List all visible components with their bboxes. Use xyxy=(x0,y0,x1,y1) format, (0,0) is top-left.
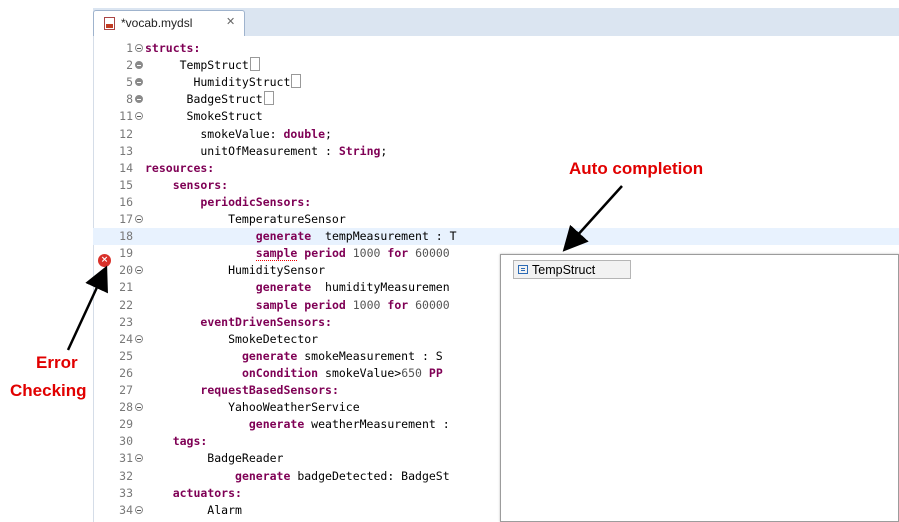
line-number: 1 xyxy=(126,41,133,55)
code-line[interactable]: 17 TemperatureSensor xyxy=(93,211,899,228)
code-text: onCondition smokeValue>650 PP xyxy=(241,365,443,380)
code-line[interactable]: 18 generate tempMeasurement : T xyxy=(93,228,899,246)
line-number: 32 xyxy=(119,468,133,483)
line-number: 23 xyxy=(119,314,133,329)
auto-completion-annotation: Auto completion xyxy=(569,159,704,178)
code-text: sample period 1000 for 60000 xyxy=(255,246,450,262)
expand-fold-icon[interactable] xyxy=(135,95,143,104)
line-number: 11 xyxy=(119,109,133,124)
collapse-fold-icon[interactable] xyxy=(135,44,143,52)
code-text: TempStruct xyxy=(145,57,260,74)
close-tab-icon[interactable]: ✕ xyxy=(226,15,235,28)
error-annotation-line1: Error xyxy=(36,353,78,372)
code-text: tags: xyxy=(172,434,208,449)
code-text: TemperatureSensor xyxy=(145,212,346,226)
line-number: 28 xyxy=(119,400,133,415)
line-number: 15 xyxy=(119,177,133,192)
line-number: 16 xyxy=(119,194,133,209)
code-text: requestBasedSensors: xyxy=(200,383,339,397)
code-text: generate weatherMeasurement : xyxy=(248,417,450,432)
code-text: unitOfMeasurement : String; xyxy=(145,143,388,158)
code-text: SmokeDetector xyxy=(145,331,319,346)
collapse-fold-icon[interactable] xyxy=(135,266,143,275)
autocomplete-item-label: TempStruct xyxy=(532,263,596,277)
folded-content-marker xyxy=(291,74,302,89)
tab-title: *vocab.mydsl xyxy=(121,16,193,30)
code-text: generate humidityMeasuremen xyxy=(255,280,450,295)
code-text: HumidityStruct xyxy=(145,74,302,91)
folded-content-marker xyxy=(249,57,260,72)
line-number: 34 xyxy=(119,502,133,517)
code-line[interactable]: 13 unitOfMeasurement : String; xyxy=(93,143,899,160)
code-line[interactable]: 2 TempStruct xyxy=(93,57,899,74)
line-number: 29 xyxy=(119,417,133,432)
collapse-fold-icon[interactable] xyxy=(135,112,143,121)
code-text: structs: xyxy=(145,41,201,55)
code-line[interactable]: 1 structs: xyxy=(93,40,899,57)
line-number: 26 xyxy=(119,365,133,380)
code-line[interactable]: 11 SmokeStruct xyxy=(93,108,899,125)
code-line[interactable]: 15 sensors: xyxy=(93,177,899,194)
line-number: 18 xyxy=(119,229,133,244)
code-text: generate badgeDetected: BadgeSt xyxy=(235,468,450,483)
line-number: 31 xyxy=(119,451,133,466)
expand-fold-icon[interactable] xyxy=(135,61,143,70)
line-number: 14 xyxy=(119,160,133,175)
code-text: generate tempMeasurement : T xyxy=(255,229,457,244)
line-number: 13 xyxy=(119,143,133,158)
code-text: YahooWeatherService xyxy=(145,400,360,415)
code-text: periodicSensors: xyxy=(200,194,312,209)
collapse-fold-icon[interactable] xyxy=(135,454,143,463)
code-line[interactable]: 12 smokeValue: double; xyxy=(93,126,899,143)
error-icon[interactable]: × xyxy=(98,254,111,267)
expand-fold-icon[interactable] xyxy=(135,78,143,87)
editor-tab-bar: *vocab.mydsl ✕ xyxy=(93,8,899,37)
code-line[interactable]: 14 resources: xyxy=(93,160,899,177)
error-annotation-line2: Checking xyxy=(10,381,87,400)
collapse-fold-icon[interactable] xyxy=(135,215,143,223)
line-number: 17 xyxy=(119,212,133,226)
code-text: BadgeStruct xyxy=(145,91,274,108)
line-number: 20 xyxy=(119,263,133,278)
code-text: resources: xyxy=(145,160,215,175)
tab-vocab-mydsl[interactable]: *vocab.mydsl ✕ xyxy=(93,10,245,36)
code-line[interactable]: 8 BadgeStruct xyxy=(93,91,899,108)
code-text: generate smokeMeasurement : S xyxy=(241,348,443,363)
dsl-file-icon xyxy=(104,17,115,30)
line-number: 22 xyxy=(119,297,133,312)
code-text: Alarm xyxy=(145,502,242,517)
line-number: 2 xyxy=(126,58,133,73)
struct-icon xyxy=(518,265,528,274)
line-number: 21 xyxy=(119,280,133,295)
line-number: 12 xyxy=(119,126,133,141)
line-number: 30 xyxy=(119,434,133,449)
code-text: sensors: xyxy=(172,177,229,192)
line-number: 33 xyxy=(119,485,133,500)
line-number: 25 xyxy=(119,348,133,363)
line-number: 27 xyxy=(119,383,133,397)
collapse-fold-icon[interactable] xyxy=(135,334,143,343)
folded-content-marker xyxy=(263,91,274,106)
autocomplete-item[interactable]: TempStruct xyxy=(513,260,631,279)
code-text: HumiditySensor xyxy=(145,263,326,278)
code-line[interactable]: 16 periodicSensors: xyxy=(93,194,899,211)
collapse-fold-icon[interactable] xyxy=(135,505,143,514)
code-text: eventDrivenSensors: xyxy=(200,314,332,329)
code-text: BadgeReader xyxy=(145,451,284,466)
code-line[interactable]: 5 HumidityStruct xyxy=(93,74,899,91)
code-text: SmokeStruct xyxy=(145,109,263,124)
code-text: sample period 1000 for 60000 xyxy=(255,297,450,312)
collapse-fold-icon[interactable] xyxy=(135,403,143,412)
code-text: actuators: xyxy=(172,485,242,500)
code-text: smokeValue: double; xyxy=(145,126,332,141)
line-number: 5 xyxy=(126,75,133,90)
line-number: 24 xyxy=(119,331,133,346)
autocomplete-popup: TempStruct xyxy=(500,254,899,522)
line-number: 8 xyxy=(126,92,133,107)
line-number: 19 xyxy=(119,246,133,261)
